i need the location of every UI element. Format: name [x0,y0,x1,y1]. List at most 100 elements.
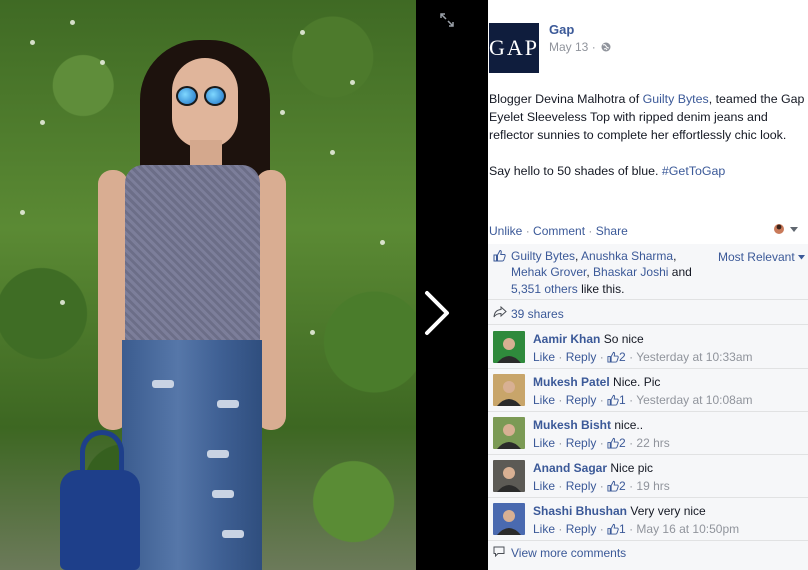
others-likes-link[interactable]: 5,351 others [511,282,578,296]
comment-like-count[interactable]: 2 [619,479,626,493]
comment-meta: Like · Reply · 2 · 22 hrs [533,436,670,450]
comment-timestamp[interactable]: 19 hrs [636,479,669,493]
next-photo-arrow-icon[interactable] [422,290,452,336]
post-text-part: Blogger Devina Malhotra of [489,92,643,106]
shares-link[interactable]: 39 shares [511,307,564,321]
comment-author-link[interactable]: Shashi Bhushan [533,504,627,518]
chevron-down-icon [798,255,805,260]
likes-text: Guilty Bytes, Anushka Sharma, Mehak Grov… [511,249,692,296]
comment-timestamp[interactable]: 22 hrs [636,436,669,450]
comment-bubble-icon [493,546,505,557]
photo-image [0,0,416,570]
comment-body: Mukesh Patel Nice. Pic [533,375,660,389]
comment-sort-dropdown[interactable]: Most Relevant [718,250,805,264]
comment-row: Aamir Khan So nice Like · Reply · 2 · Ye… [488,326,808,369]
comment-like-button[interactable]: Like [533,350,555,364]
share-button[interactable]: Share [596,224,628,238]
view-more-comments-link[interactable]: View more comments [511,546,626,560]
post-side-panel: GAP Gap May 13 · Blogger Devina Malhotra… [488,0,808,570]
comment-like-count[interactable]: 2 [619,436,626,450]
post-timestamp[interactable]: May 13 · [549,40,611,54]
comment-body: Anand Sagar Nice pic [533,461,653,475]
comment-like-button[interactable]: Like [533,436,555,450]
comment-reply-button[interactable]: Reply [566,393,597,407]
comment-author-link[interactable]: Mukesh Bisht [533,418,611,432]
action-separator: · [522,224,534,238]
likes-suffix: like this. [581,281,625,296]
date-separator: · [591,40,596,54]
comment-button[interactable]: Comment [533,224,585,238]
shares-summary: 39 shares [488,301,808,325]
comment-row: Mukesh Bisht nice.. Like · Reply · 2 · 2… [488,412,808,455]
comment-like-button[interactable]: Like [533,393,555,407]
comment-like-count-icon [607,351,619,363]
comment-author-link[interactable]: Mukesh Patel [533,375,610,389]
comment-text: Nice pic [610,461,654,475]
comment-like-button[interactable]: Like [533,479,555,493]
comment-row: Anand Sagar Nice pic Like · Reply · 2 · … [488,455,808,498]
liker-link[interactable]: Anushka Sharma [581,249,673,263]
comment-timestamp[interactable]: Yesterday at 10:08am [636,393,752,407]
expand-icon[interactable] [440,13,454,27]
actor-selector-icon[interactable] [773,223,801,235]
post-date-text[interactable]: May 13 [549,40,588,54]
commenter-avatar[interactable] [493,374,525,406]
post-header: GAP Gap May 13 · [488,20,808,76]
comment-like-count[interactable]: 1 [619,522,626,536]
comment-reply-button[interactable]: Reply [566,436,597,450]
page-logo[interactable]: GAP [489,23,539,73]
comment-like-count[interactable]: 2 [619,350,626,364]
like-thumb-icon [493,249,506,262]
post-paragraph-1: Blogger Devina Malhotra of Guilty Bytes,… [489,90,805,144]
photo-viewer [0,0,488,570]
comment-body: Aamir Khan So nice [533,332,644,346]
post-text-part: Say hello to 50 shades of blue. [489,164,662,178]
commenter-avatar[interactable] [493,460,525,492]
comment-row: Mukesh Patel Nice. Pic Like · Reply · 1 … [488,369,808,412]
comment-text: nice.. [614,418,644,432]
comment-author-link[interactable]: Anand Sagar [533,461,607,475]
comment-meta: Like · Reply · 1 · May 16 at 10:50pm [533,522,740,536]
page-name-link[interactable]: Gap [549,22,574,37]
comment-reply-button[interactable]: Reply [566,350,597,364]
comment-timestamp[interactable]: May 16 at 10:50pm [636,522,739,536]
comment-meta: Like · Reply · 2 · Yesterday at 10:33am [533,350,753,364]
comment-reply-button[interactable]: Reply [566,479,597,493]
comment-author-link[interactable]: Aamir Khan [533,332,600,346]
sort-label: Most Relevant [717,250,795,264]
comment-like-count-icon [607,480,619,492]
comment-timestamp[interactable]: Yesterday at 10:33am [636,350,752,364]
post-actions-bar: Unlike · Comment · Share [489,224,807,238]
hashtag-link[interactable]: #GetToGap [662,164,725,178]
liker-link[interactable]: Bhaskar Joshi [593,265,668,279]
liker-link[interactable]: Mehak Grover [511,265,586,279]
globe-icon [601,42,611,52]
post-paragraph-2: Say hello to 50 shades of blue. #GetToGa… [489,162,805,180]
comment-body: Shashi Bhushan Very very nice [533,504,706,518]
comment-like-count[interactable]: 1 [619,393,626,407]
comment-like-count-icon [607,437,619,449]
comment-row: Shashi Bhushan Very very nice Like · Rep… [488,498,808,541]
comment-text: Nice. Pic [613,375,661,389]
commenter-avatar[interactable] [493,331,525,363]
action-separator: · [585,224,596,238]
comment-like-count-icon [607,394,619,406]
post-message: Blogger Devina Malhotra of Guilty Bytes,… [489,90,805,198]
view-more-comments[interactable]: View more comments [488,543,808,563]
comment-reply-button[interactable]: Reply [566,522,597,536]
share-arrow-icon [493,306,507,318]
feedback-section: Guilty Bytes, Anushka Sharma, Mehak Grov… [488,244,808,570]
commenter-avatar[interactable] [493,503,525,535]
comment-like-button[interactable]: Like [533,522,555,536]
comment-text: So nice [603,332,644,346]
likes-and: and [671,265,692,280]
guilty-bytes-link[interactable]: Guilty Bytes [643,92,709,106]
likes-summary: Guilty Bytes, Anushka Sharma, Mehak Grov… [488,244,808,300]
liker-link[interactable]: Guilty Bytes [511,249,575,263]
comment-body: Mukesh Bisht nice.. [533,418,643,432]
unlike-button[interactable]: Unlike [489,224,522,238]
comment-like-count-icon [607,523,619,535]
commenter-avatar[interactable] [493,417,525,449]
comment-meta: Like · Reply · 2 · 19 hrs [533,479,670,493]
comment-meta: Like · Reply · 1 · Yesterday at 10:08am [533,393,753,407]
